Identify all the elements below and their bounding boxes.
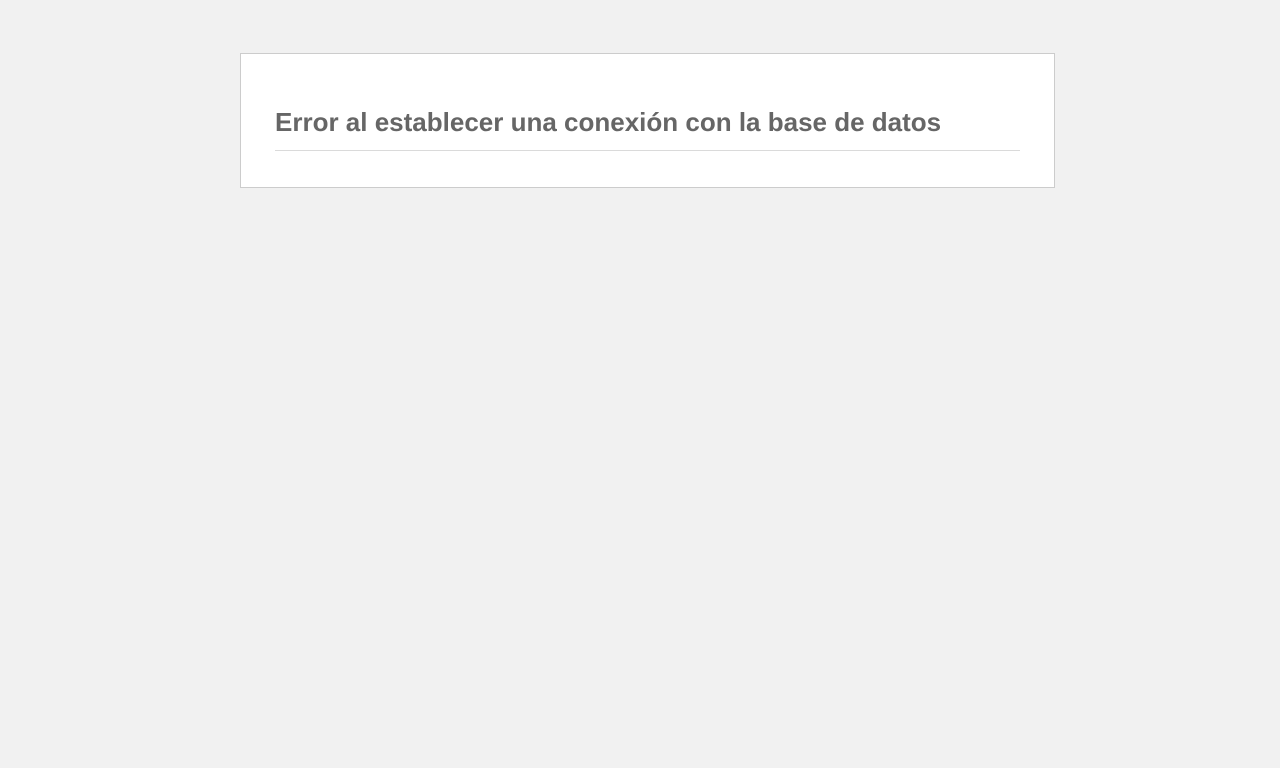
error-heading: Error al establecer una conexión con la … — [275, 54, 1020, 151]
error-box: Error al establecer una conexión con la … — [240, 53, 1055, 188]
